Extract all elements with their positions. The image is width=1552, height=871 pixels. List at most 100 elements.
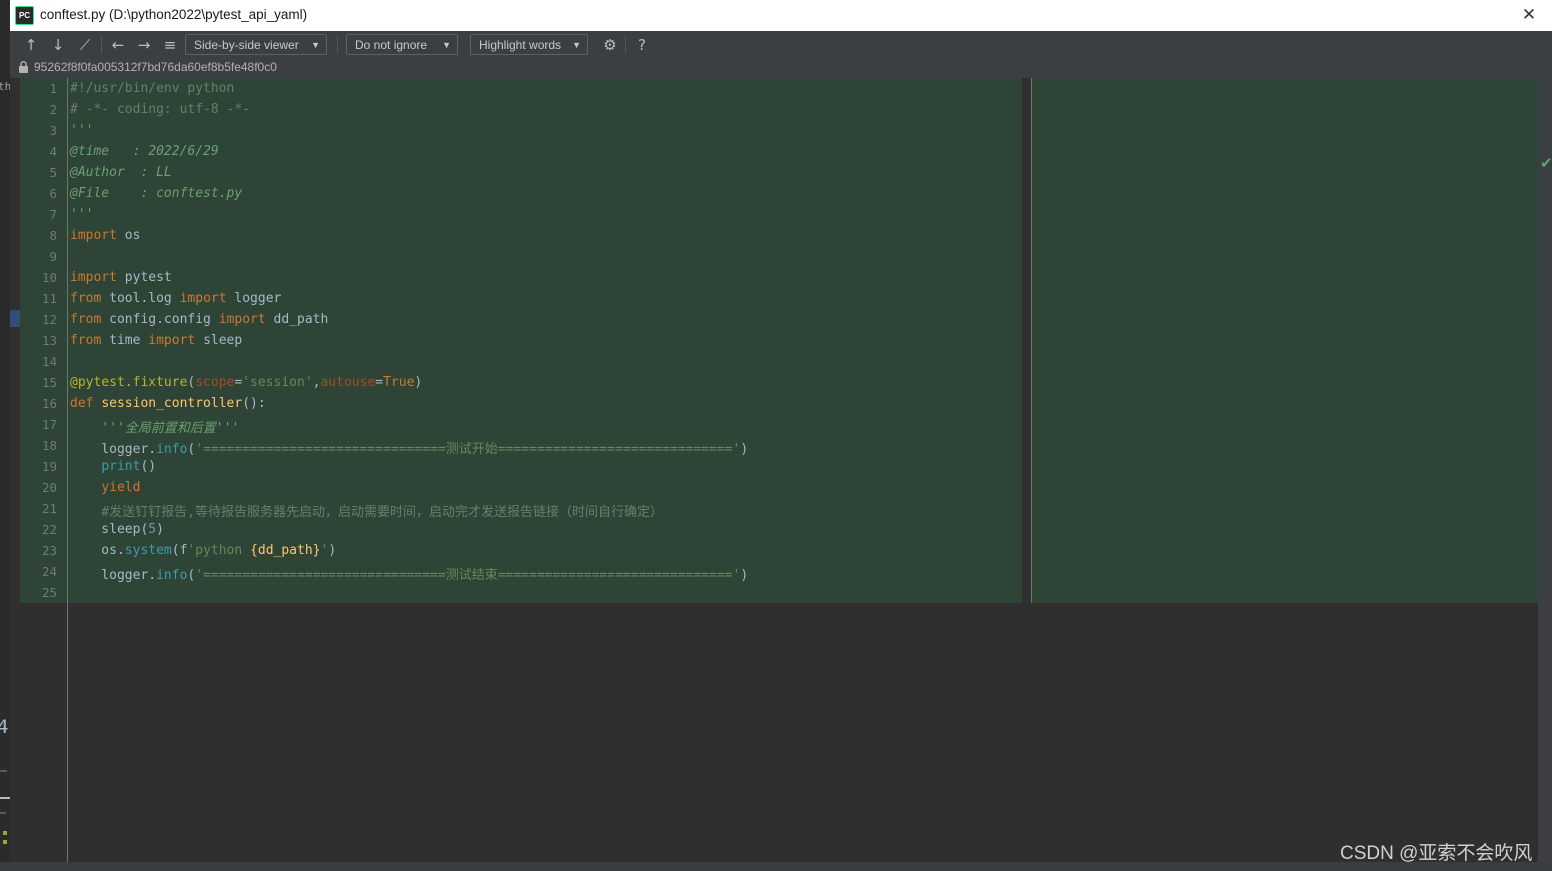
- code-line-11[interactable]: from tool.log import logger: [70, 291, 281, 306]
- code-line-17[interactable]: '''全局前置和后置''': [70, 417, 239, 436]
- code-line-13[interactable]: from time import sleep: [70, 333, 242, 348]
- line-number: 22: [41, 522, 57, 537]
- vertical-scrollbar[interactable]: [1538, 78, 1552, 871]
- code-line-15[interactable]: @pytest.fixture(scope='session',autouse=…: [70, 375, 422, 390]
- viewer-mode-label: Side-by-side viewer: [194, 38, 299, 52]
- line-number: 7: [49, 207, 57, 222]
- code-line-5[interactable]: @Author : LL: [70, 165, 172, 180]
- code-token: @time : 2022/6/29: [70, 144, 219, 159]
- code-string: 'session': [242, 375, 313, 390]
- next-difference-icon[interactable]: ↓: [47, 35, 69, 55]
- code-line-8[interactable]: import os: [70, 228, 140, 243]
- code-token: logger.: [70, 568, 157, 583]
- code-token: config.config: [101, 312, 219, 327]
- code-line-3[interactable]: ''': [70, 123, 93, 138]
- line-number-gutter[interactable]: 1 2 3 4 5 6 7 8 9 10 11 12 13 14 15 16 1…: [10, 78, 57, 871]
- code-token: ): [328, 543, 337, 558]
- code-token: ():: [242, 396, 266, 411]
- code-line-6[interactable]: @File : conftest.py: [70, 186, 242, 201]
- code-line-4[interactable]: @time : 2022/6/29: [70, 144, 219, 159]
- diff-pane-empty-region: [1022, 603, 1552, 871]
- code-keyword: def: [70, 396, 94, 411]
- code-line-12[interactable]: from config.config import dd_path: [70, 312, 328, 327]
- code-line-7[interactable]: ''': [70, 207, 93, 222]
- close-icon[interactable]: ✕: [1506, 0, 1552, 31]
- diff-toolbar: ↑ ↓ ⟋ ← → ≡ Side-by-side viewer ▼ Do not…: [10, 31, 1552, 58]
- viewer-mode-dropdown[interactable]: Side-by-side viewer ▼: [185, 34, 327, 55]
- background-marker: [3, 840, 7, 844]
- line-number: 8: [49, 228, 57, 243]
- code-token: ): [740, 568, 749, 583]
- code-string: '===============================测试开始====…: [195, 442, 741, 457]
- lock-icon: [19, 61, 28, 73]
- code-line-20[interactable]: yield: [70, 480, 140, 495]
- line-number: 12: [41, 312, 57, 327]
- code-token: logger: [226, 291, 282, 306]
- highlight-mode-label: Highlight words: [479, 38, 562, 52]
- forward-icon[interactable]: →: [133, 35, 155, 55]
- line-number: 14: [41, 354, 57, 369]
- line-number: 17: [41, 417, 57, 432]
- previous-difference-icon[interactable]: ↑: [20, 35, 42, 55]
- toolbar-divider: [101, 36, 102, 53]
- code-keyword: yield: [101, 480, 141, 495]
- code-token: autouse: [320, 375, 376, 390]
- code-keyword: from: [70, 291, 102, 306]
- highlight-mode-dropdown[interactable]: Highlight words ▼: [470, 34, 588, 55]
- help-icon[interactable]: ?: [631, 35, 653, 55]
- gear-icon[interactable]: ⚙: [599, 35, 621, 55]
- code-line-23[interactable]: os.system(f'python {dd_path}'): [70, 543, 336, 558]
- csdn-watermark: CSDN @亚索不会吹风: [1340, 843, 1533, 864]
- code-token: # -*- coding: utf-8 -*-: [70, 102, 251, 117]
- line-number: 11: [41, 291, 57, 306]
- code-string: 'python: [187, 543, 251, 558]
- ignore-mode-dropdown[interactable]: Do not ignore ▼: [346, 34, 458, 55]
- pycharm-icon-label: PC: [18, 11, 31, 20]
- code-keyword: from: [70, 312, 102, 327]
- back-icon[interactable]: ←: [107, 35, 129, 55]
- diff-pane-right[interactable]: [1032, 78, 1542, 603]
- code-line-10[interactable]: import pytest: [70, 270, 172, 285]
- diff-editor[interactable]: 1 2 3 4 5 6 7 8 9 10 11 12 13 14 15 16 1…: [10, 78, 1552, 871]
- code-method: system: [124, 543, 172, 558]
- code-token: #!/usr/bin/env python: [70, 81, 235, 96]
- revision-bar: 95262f8f0fa005312f7bd76da60ef8b5fe48f0c0: [10, 58, 1552, 78]
- code-line-18[interactable]: logger.info('===========================…: [70, 438, 748, 457]
- code-method: print: [101, 459, 141, 474]
- line-status-icon[interactable]: ≡: [159, 35, 181, 55]
- line-number: 10: [41, 270, 57, 285]
- code-line-1[interactable]: #!/usr/bin/env python: [70, 81, 234, 96]
- line-number: 2: [49, 102, 57, 117]
- line-number: 1: [49, 81, 57, 96]
- pycharm-icon: PC: [15, 6, 34, 25]
- line-number: 6: [49, 186, 57, 201]
- line-number: 21: [41, 501, 57, 516]
- code-line-24[interactable]: logger.info('===========================…: [70, 564, 748, 583]
- chevron-down-icon: ▼: [572, 40, 581, 50]
- code-token: pytest: [116, 270, 172, 285]
- code-line-21[interactable]: #发送钉钉报告,等待报告服务器先启动，启动需要时间，启动完才发送报告链接（时间自…: [70, 501, 663, 520]
- line-number: 16: [41, 396, 57, 411]
- code-token: @Author : LL: [70, 165, 172, 180]
- diff-dialog: PC conftest.py (D:\python2022\pytest_api…: [10, 0, 1552, 871]
- inspection-ok-icon[interactable]: ✔: [1540, 156, 1552, 171]
- code-number: 5: [148, 522, 157, 537]
- edit-icon[interactable]: ⟋: [74, 35, 96, 55]
- code-function-name: session_controller: [101, 396, 243, 411]
- code-line-2[interactable]: # -*- coding: utf-8 -*-: [70, 102, 250, 117]
- code-token: dd_path: [265, 312, 329, 327]
- line-number: 23: [41, 543, 57, 558]
- code-method: info: [156, 442, 188, 457]
- diff-pane-left[interactable]: 1 2 3 4 5 6 7 8 9 10 11 12 13 14 15 16 1…: [10, 78, 1022, 871]
- line-number: 18: [41, 438, 57, 453]
- gutter-separator: [67, 78, 68, 871]
- code-line-19[interactable]: print(): [70, 459, 156, 474]
- line-number: 9: [49, 249, 57, 264]
- code-keyword: True: [383, 375, 415, 390]
- code-decorator: @pytest.fixture: [70, 375, 188, 390]
- line-number: 25: [41, 585, 57, 600]
- code-line-16[interactable]: def session_controller():: [70, 396, 266, 411]
- code-line-22[interactable]: sleep(5): [70, 522, 164, 537]
- code-token: '''全局前置和后置''': [70, 421, 240, 436]
